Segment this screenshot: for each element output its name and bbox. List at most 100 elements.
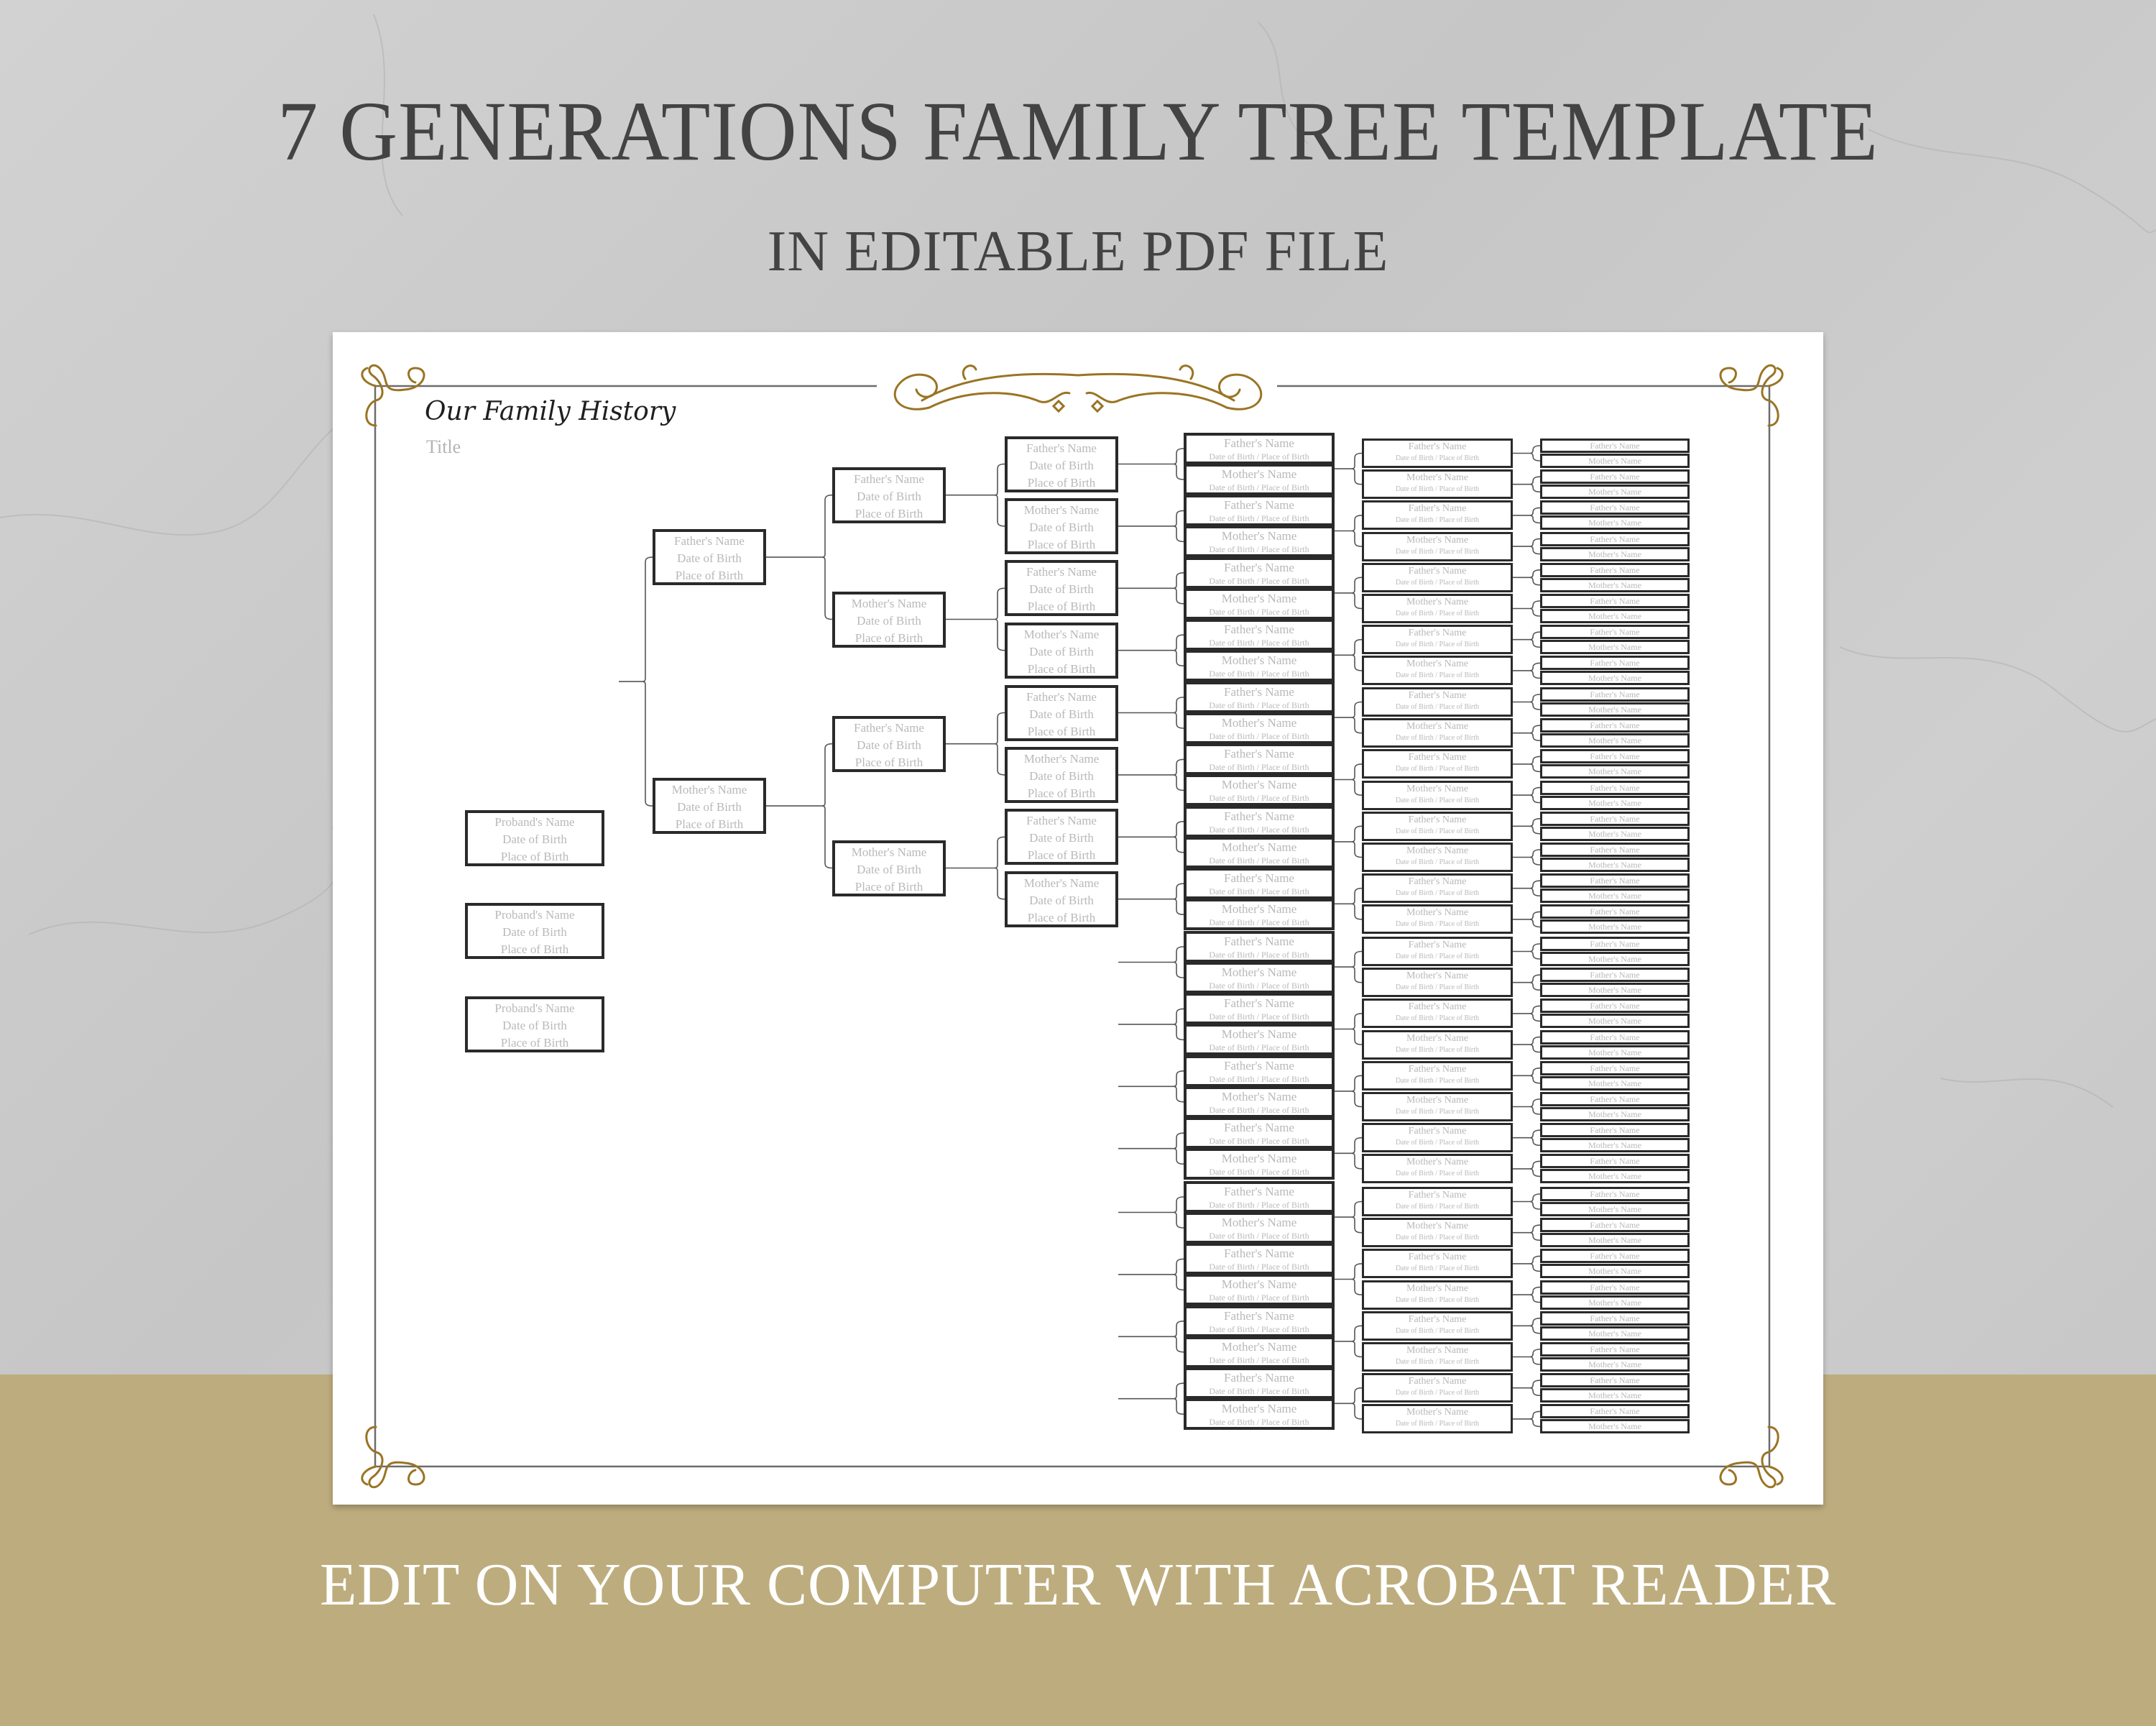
- father-name-box[interactable]: Father's Name: [1540, 656, 1690, 671]
- name-field[interactable]: Father's Name: [1364, 1189, 1511, 1202]
- place-of-birth-field[interactable]: Place of Birth: [1008, 536, 1115, 551]
- name-field[interactable]: Father's Name: [1542, 876, 1687, 886]
- mother-box[interactable]: Mother's Name Date of Birth / Place of Bi…: [1184, 774, 1335, 807]
- name-field[interactable]: Mother's Name: [1542, 549, 1687, 559]
- name-field[interactable]: Father's Name: [1187, 934, 1332, 949]
- name-field[interactable]: Proband's Name: [468, 906, 602, 924]
- name-field[interactable]: Mother's Name: [1187, 965, 1332, 980]
- name-field[interactable]: Father's Name: [1364, 1375, 1511, 1388]
- name-field[interactable]: Father's Name: [1542, 441, 1687, 451]
- mother-name-box[interactable]: Mother's Name: [1540, 1045, 1690, 1060]
- mother-box[interactable]: Mother's Name Date of Birth / Place of Bi…: [1184, 587, 1335, 620]
- name-field[interactable]: Father's Name: [1008, 812, 1115, 830]
- date-of-birth-field[interactable]: Date of Birth: [655, 550, 763, 567]
- birth-details-field[interactable]: Date of Birth / Place of Birth: [1187, 730, 1332, 741]
- mother-box[interactable]: Mother's Name Date of Birth / Place of Bi…: [1184, 650, 1335, 682]
- proband-box[interactable]: Proband's Name Date of Birth Place of Birt…: [465, 996, 604, 1052]
- mother-box[interactable]: Mother's Name Date of Birth / Place of Bi…: [1362, 531, 1513, 561]
- birth-details-field[interactable]: Date of Birth / Place of Birth: [1187, 824, 1332, 835]
- name-field[interactable]: Father's Name: [1542, 658, 1687, 668]
- name-field[interactable]: Mother's Name: [1542, 922, 1687, 932]
- mother-box[interactable]: Mother's Name Date of Birth / Place of Bi…: [1184, 525, 1335, 558]
- name-field[interactable]: Mother's Name: [1542, 798, 1687, 808]
- name-field[interactable]: Father's Name: [1187, 1370, 1332, 1385]
- mother-name-box[interactable]: Mother's Name: [1540, 577, 1690, 592]
- name-field[interactable]: Father's Name: [1542, 845, 1687, 855]
- father-box[interactable]: Father's Name Date of Birth / Place of Bi…: [1184, 495, 1335, 527]
- birth-details-field[interactable]: Date of Birth / Place of Birth: [1364, 1138, 1511, 1148]
- birth-details-field[interactable]: Date of Birth / Place of Birth: [1187, 886, 1332, 896]
- name-field[interactable]: Mother's Name: [1364, 534, 1511, 547]
- mother-box[interactable]: Mother's Name Date of Birth / Place of Bi…: [1184, 712, 1335, 744]
- father-box[interactable]: Father's Name Date of Birth Place of Birth: [1005, 684, 1118, 741]
- mother-name-box[interactable]: Mother's Name: [1540, 546, 1690, 561]
- mother-name-box[interactable]: Mother's Name: [1540, 983, 1690, 998]
- birth-details-field[interactable]: Date of Birth / Place of Birth: [1364, 827, 1511, 837]
- name-field[interactable]: Mother's Name: [1364, 658, 1511, 671]
- name-field[interactable]: Father's Name: [1364, 939, 1511, 952]
- birth-details-field[interactable]: Date of Birth / Place of Birth: [1187, 1135, 1332, 1146]
- name-field[interactable]: Father's Name: [1364, 876, 1511, 889]
- name-field[interactable]: Mother's Name: [1187, 1277, 1332, 1292]
- name-field[interactable]: Father's Name: [1187, 996, 1332, 1011]
- birth-details-field[interactable]: Date of Birth / Place of Birth: [1187, 513, 1332, 523]
- father-box[interactable]: Father's Name Date of Birth / Place of Bi…: [1184, 556, 1335, 589]
- birth-details-field[interactable]: Date of Birth / Place of Birth: [1187, 1354, 1332, 1365]
- father-box[interactable]: Father's Name Date of Birth / Place of Bi…: [1362, 1123, 1513, 1153]
- place-of-birth-field[interactable]: Place of Birth: [835, 505, 943, 520]
- birth-details-field[interactable]: Date of Birth / Place of Birth: [1364, 640, 1511, 650]
- birth-details-field[interactable]: Date of Birth / Place of Birth: [1187, 980, 1332, 991]
- birth-details-field[interactable]: Date of Birth / Place of Birth: [1187, 1042, 1332, 1052]
- place-of-birth-field[interactable]: Place of Birth: [1008, 661, 1115, 676]
- place-of-birth-field[interactable]: Place of Birth: [655, 816, 763, 831]
- place-of-birth-field[interactable]: Place of Birth: [1008, 723, 1115, 738]
- date-of-birth-field[interactable]: Date of Birth: [1008, 457, 1115, 474]
- name-field[interactable]: Father's Name: [1542, 689, 1687, 699]
- mother-box[interactable]: Mother's Name Date of Birth / Place of Bi…: [1362, 843, 1513, 872]
- mother-name-box[interactable]: Mother's Name: [1540, 1295, 1690, 1310]
- birth-details-field[interactable]: Date of Birth / Place of Birth: [1187, 543, 1332, 554]
- date-of-birth-field[interactable]: Date of Birth: [468, 924, 602, 941]
- name-field[interactable]: Mother's Name: [1364, 1156, 1511, 1169]
- name-field[interactable]: Father's Name: [1542, 906, 1687, 917]
- name-field[interactable]: Father's Name: [1364, 627, 1511, 640]
- mother-box[interactable]: Mother's Name Date of Birth / Place of Bi…: [1184, 1212, 1335, 1244]
- name-field[interactable]: Father's Name: [1542, 1094, 1687, 1104]
- place-of-birth-field[interactable]: Place of Birth: [468, 941, 602, 956]
- mother-box[interactable]: Mother's Name Date of Birth Place of Birth: [1005, 871, 1118, 927]
- father-box[interactable]: Father's Name Date of Birth / Place of Bi…: [1362, 562, 1513, 592]
- mother-name-box[interactable]: Mother's Name: [1540, 764, 1690, 779]
- mother-box[interactable]: Mother's Name Date of Birth / Place of Bi…: [1184, 962, 1335, 993]
- father-box[interactable]: Father's Name Date of Birth Place of Birth: [1005, 809, 1118, 866]
- name-field[interactable]: Father's Name: [1187, 1308, 1332, 1323]
- mother-name-box[interactable]: Mother's Name: [1540, 919, 1690, 935]
- name-field[interactable]: Mother's Name: [1542, 891, 1687, 901]
- father-box[interactable]: Father's Name Date of Birth / Place of Bi…: [1184, 1367, 1335, 1400]
- birth-details-field[interactable]: Date of Birth / Place of Birth: [1187, 1073, 1332, 1084]
- name-field[interactable]: Father's Name: [1542, 627, 1687, 637]
- name-field[interactable]: Mother's Name: [835, 595, 943, 612]
- father-box[interactable]: Father's Name Date of Birth / Place of Bi…: [1362, 937, 1513, 966]
- birth-details-field[interactable]: Date of Birth / Place of Birth: [1187, 1416, 1332, 1427]
- father-name-box[interactable]: Father's Name: [1540, 562, 1690, 577]
- name-field[interactable]: Mother's Name: [1542, 1047, 1687, 1057]
- name-field[interactable]: Mother's Name: [1364, 970, 1511, 983]
- name-field[interactable]: Father's Name: [1542, 1375, 1687, 1385]
- father-box[interactable]: Father's Name Date of Birth / Place of Bi…: [1362, 749, 1513, 779]
- father-box[interactable]: Father's Name Date of Birth / Place of Bi…: [1362, 500, 1513, 531]
- mother-name-box[interactable]: Mother's Name: [1540, 1419, 1690, 1434]
- father-name-box[interactable]: Father's Name: [1540, 594, 1690, 608]
- name-field[interactable]: Father's Name: [1542, 1125, 1687, 1135]
- mother-name-box[interactable]: Mother's Name: [1540, 1107, 1690, 1121]
- name-field[interactable]: Father's Name: [1364, 814, 1511, 827]
- name-field[interactable]: Mother's Name: [1542, 1390, 1687, 1400]
- mother-box[interactable]: Mother's Name Date of Birth / Place of Bi…: [1362, 469, 1513, 500]
- mother-box[interactable]: Mother's Name Date of Birth / Place of Bi…: [1362, 1154, 1513, 1184]
- birth-details-field[interactable]: Date of Birth / Place of Birth: [1187, 1292, 1332, 1303]
- father-name-box[interactable]: Father's Name: [1540, 469, 1690, 485]
- birth-details-field[interactable]: Date of Birth / Place of Birth: [1187, 949, 1332, 960]
- date-of-birth-field[interactable]: Date of Birth: [835, 612, 943, 630]
- father-name-box[interactable]: Father's Name: [1540, 873, 1690, 889]
- father-name-box[interactable]: Father's Name: [1540, 1123, 1690, 1138]
- birth-details-field[interactable]: Date of Birth / Place of Birth: [1364, 1357, 1511, 1367]
